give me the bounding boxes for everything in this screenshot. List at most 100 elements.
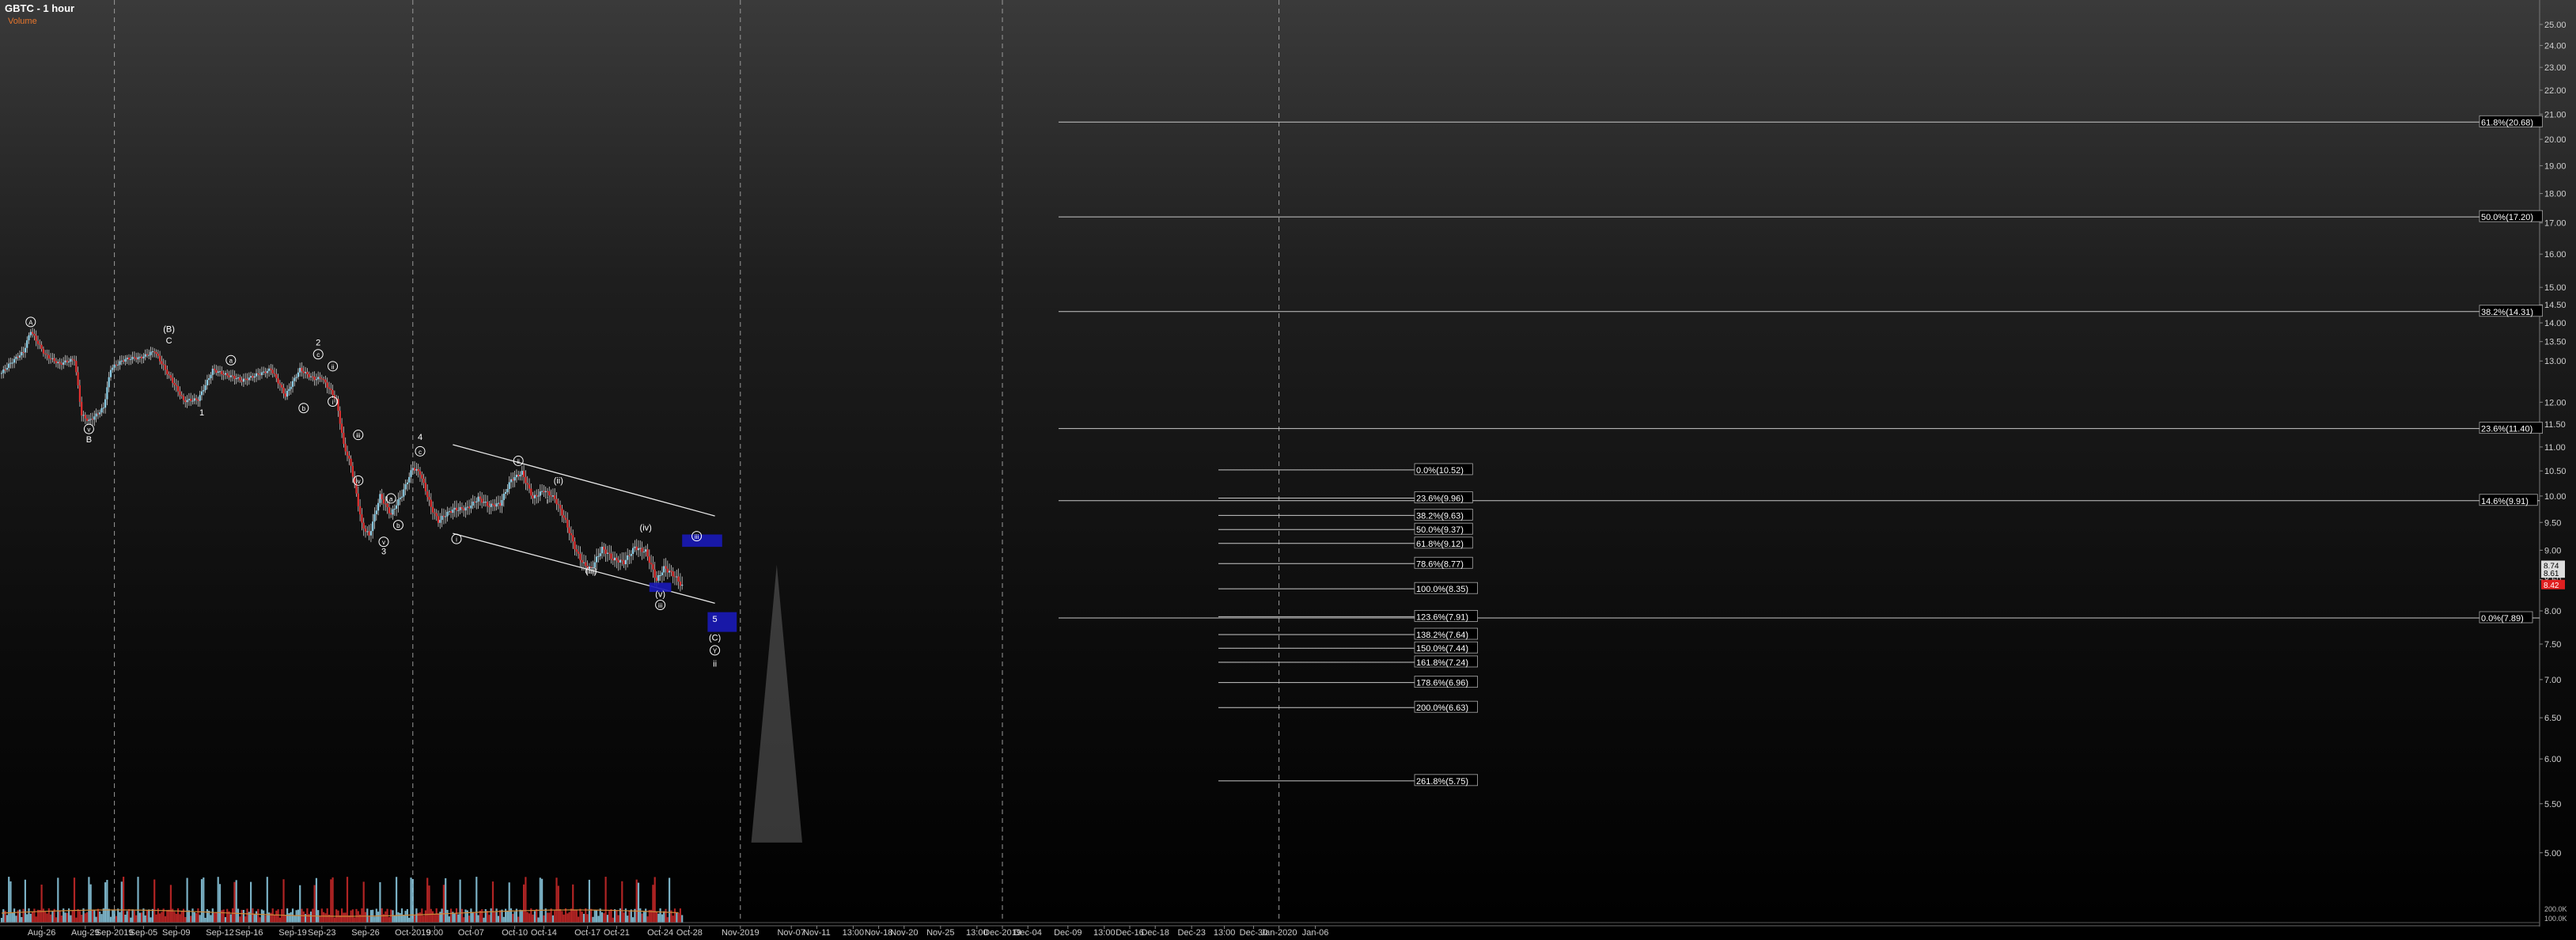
candle-body: [404, 483, 407, 490]
volume-bar: [214, 912, 216, 923]
candle-body: [214, 369, 216, 370]
candle-body: [362, 522, 365, 529]
fib-extension-label: 0.0%(7.89): [2481, 614, 2524, 624]
volume-bar: [388, 916, 390, 923]
volume-bar: [677, 912, 680, 923]
candle-body: [130, 358, 132, 360]
candle-body: [554, 495, 556, 499]
candle-body: [302, 371, 305, 373]
volume-bar: [473, 912, 476, 923]
volume-bar: [600, 912, 604, 923]
volume-bar: [32, 912, 34, 923]
volume-bar: [0, 918, 3, 923]
candle-body: [375, 510, 377, 514]
candle-body: [106, 387, 108, 400]
candle-body: [188, 399, 190, 400]
candle-body: [164, 365, 167, 370]
price-tick-label: 5.00: [2544, 849, 2561, 859]
volume-bar: [40, 885, 43, 923]
candle-body: [193, 398, 195, 401]
candle-body: [278, 383, 281, 385]
volume-bar: [419, 912, 422, 923]
volume-bar: [357, 911, 359, 923]
volume-bar: [539, 877, 541, 923]
volume-bar: [466, 910, 468, 923]
candle-body: [390, 513, 392, 515]
candle-body: [218, 371, 222, 373]
candle-body: [617, 560, 619, 563]
candle-body: [477, 496, 479, 502]
price-tick-label: 10.50: [2544, 467, 2567, 476]
candle-body: [517, 475, 520, 477]
volume-bar: [368, 915, 370, 923]
volume-bar: [169, 885, 172, 923]
volume-bar: [472, 912, 474, 923]
candle-body: [472, 501, 474, 506]
candle-body: [195, 398, 198, 400]
candle-body: [439, 520, 441, 523]
price-tick-label: 13.50: [2544, 338, 2567, 347]
candle-body: [377, 502, 380, 511]
candle-body: [186, 400, 188, 403]
price-plot[interactable]: 5.005.506.006.507.007.508.008.509.009.50…: [0, 0, 2576, 940]
candle-body: [199, 395, 201, 401]
candle-body: [415, 468, 418, 471]
candle-body: [421, 475, 423, 479]
candle-body: [88, 419, 90, 421]
time-tick-label: Sep-2019: [96, 928, 134, 938]
volume-bar: [523, 884, 525, 923]
candle-body: [399, 497, 401, 499]
candle-body: [242, 378, 244, 382]
channel-trend-line: [453, 533, 715, 604]
time-tick-label: Sep-26: [351, 928, 379, 938]
candle-body: [422, 478, 425, 483]
volume-bar: [566, 913, 569, 923]
volume-bar: [284, 915, 286, 923]
candle-body: [99, 412, 101, 415]
volume-bar: [590, 908, 593, 923]
volume-bar: [35, 916, 37, 923]
volume-bar: [242, 909, 244, 923]
volume-bar: [564, 908, 567, 923]
volume-bar: [537, 917, 540, 923]
candle-body: [632, 548, 635, 555]
volume-bar: [59, 910, 61, 923]
candle-body: [133, 357, 135, 358]
volume-bar: [97, 908, 99, 923]
candle-body: [50, 358, 52, 360]
candle-body: [252, 376, 254, 378]
wave-label: iv: [356, 478, 361, 485]
candle-body: [9, 362, 12, 364]
volume-bar: [29, 913, 32, 923]
candle-body: [208, 377, 210, 381]
volume-bar: [557, 885, 559, 923]
candle-body: [73, 359, 76, 362]
volume-bar: [130, 917, 132, 923]
candle-body: [655, 578, 658, 581]
volume-bar: [141, 912, 143, 923]
volume-bar: [28, 908, 30, 923]
volume-bar: [477, 915, 479, 923]
volume-bar: [616, 910, 618, 923]
volume-bar: [610, 908, 612, 923]
volume-bar: [275, 910, 278, 923]
volume-bar: [266, 877, 268, 923]
candle-body: [450, 511, 453, 514]
candle-body: [250, 376, 252, 378]
volume-bar: [221, 910, 223, 923]
candle-body: [621, 559, 623, 561]
volume-bar: [117, 908, 119, 923]
candle-body: [306, 372, 309, 374]
volume-bar: [361, 908, 363, 923]
candle-body: [673, 576, 676, 578]
candle-body: [623, 560, 625, 565]
wave-label: iii: [658, 602, 663, 609]
volume-bar: [665, 908, 667, 923]
candle-body: [487, 502, 489, 506]
fib-retracement-label: 150.0%(7.44): [1416, 644, 1468, 654]
candle-body: [141, 356, 143, 358]
candle-body: [578, 551, 580, 554]
wave-label: c: [419, 449, 422, 456]
volume-bar: [257, 908, 259, 923]
candle-body: [77, 372, 79, 385]
